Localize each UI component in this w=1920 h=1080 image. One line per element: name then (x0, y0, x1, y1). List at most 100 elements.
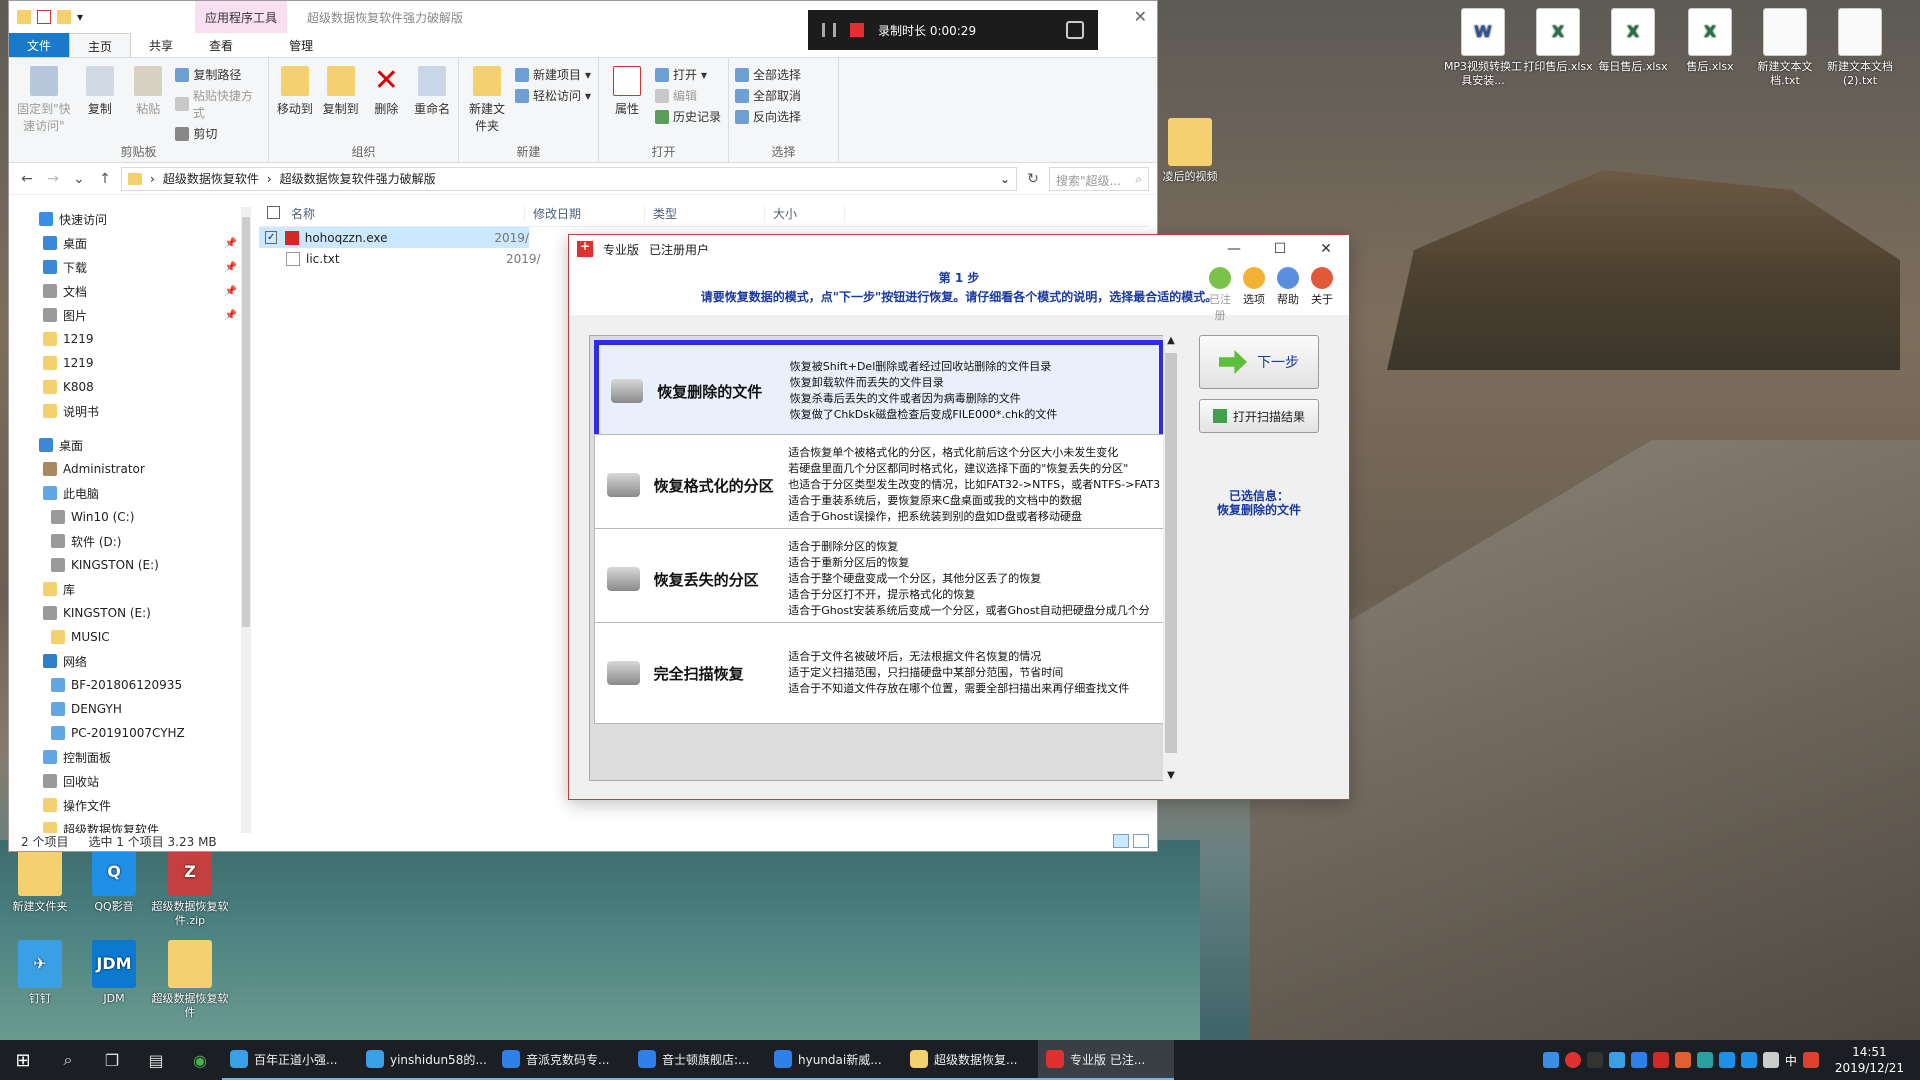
invert-selection-button[interactable]: 反向选择 (735, 108, 801, 125)
dropdown-icon[interactable]: ▾ (77, 10, 85, 24)
desktop-icon[interactable]: 新建文本文档(2).txt (1820, 8, 1900, 88)
mode-list-scrollbar[interactable]: ▲ ▼ (1163, 335, 1179, 781)
desktop-icon[interactable]: JDM JDM (74, 940, 154, 1006)
row-checkbox[interactable]: ✓ (265, 231, 278, 244)
nav-item[interactable]: BF-201806120935 (9, 673, 249, 697)
breadcrumb-item[interactable]: 超级数据恢复软件强力破解版 (280, 170, 436, 187)
tab-share[interactable]: 共享 (131, 33, 191, 57)
chevron-down-icon[interactable]: ⌄ (69, 171, 89, 187)
nav-item[interactable]: PC-20191007CYHZ (9, 721, 249, 745)
toolbar-0-button[interactable]: 已注册 (1207, 267, 1233, 323)
recovery-mode-option[interactable]: 恢复删除的文件 恢复被Shift+Del删除或者经过回收站删除的文件目录 恢复卸载软… (594, 340, 1164, 442)
nav-item[interactable]: K808 (9, 375, 249, 399)
select-none-button[interactable]: 全部取消 (735, 87, 801, 104)
new-item-button[interactable]: 新建项目 ▾ (515, 66, 591, 83)
details-view-icon[interactable] (1113, 834, 1129, 848)
easy-access-button[interactable]: 轻松访问 ▾ (515, 87, 591, 104)
copy-path-button[interactable]: 复制路径 (175, 66, 262, 83)
ime-indicator[interactable]: 中 (1785, 1052, 1797, 1069)
large-icons-view-icon[interactable] (1133, 834, 1149, 848)
tab-file[interactable]: 文件 (9, 33, 70, 57)
tab-home[interactable]: 主页 (69, 33, 132, 57)
toolbar-2-button[interactable]: 帮助 (1275, 267, 1301, 323)
pause-icon[interactable] (822, 23, 836, 37)
nav-scrollbar[interactable] (241, 207, 251, 833)
network-icon[interactable] (1608, 1052, 1625, 1068)
scrollbar-thumb[interactable] (1165, 353, 1177, 753)
taskbar-app-button[interactable]: hyundai新威... (766, 1040, 902, 1080)
nav-item[interactable]: 此电脑 (9, 481, 249, 505)
maximize-icon[interactable]: ☐ (1257, 241, 1303, 257)
tray-app-icon[interactable] (1652, 1052, 1669, 1068)
nav-item[interactable]: 文档 📌 (9, 279, 249, 303)
tray-app-icon[interactable] (1674, 1052, 1691, 1068)
nav-item[interactable]: 下载 📌 (9, 255, 249, 279)
file-row[interactable]: ✓ hohoqzzn.exe 2019/ (259, 227, 529, 248)
tray-app-icon[interactable] (1586, 1052, 1603, 1068)
nav-item[interactable]: 1219 (9, 327, 249, 351)
refresh-icon[interactable]: ↻ (1023, 171, 1043, 187)
taskbar-app-button[interactable]: 百年正道小强... (222, 1040, 358, 1080)
scrollbar-thumb[interactable] (242, 217, 250, 627)
column-size[interactable]: 大小 (765, 205, 845, 222)
new-folder-icon[interactable] (57, 10, 71, 24)
task-view-icon[interactable]: ❐ (90, 1040, 134, 1080)
tray-app-icon[interactable] (1718, 1052, 1735, 1068)
tab-view[interactable]: 查看 (191, 33, 251, 57)
nav-item[interactable]: 说明书 (9, 399, 249, 423)
browser-icon[interactable]: ◉ (178, 1040, 222, 1080)
folder-icon[interactable] (17, 10, 31, 24)
nav-item[interactable]: 图片 📌 (9, 303, 249, 327)
properties-icon[interactable] (37, 10, 51, 24)
breadcrumb-item[interactable]: 超级数据恢复软件 (163, 170, 259, 187)
record-icon[interactable] (1564, 1052, 1581, 1068)
select-all-checkbox[interactable] (259, 205, 283, 222)
chevron-down-icon[interactable]: ⌄ (1000, 172, 1010, 186)
desktop-icon[interactable]: 凌后的视频 (1150, 118, 1230, 184)
edit-button[interactable]: 编辑 (655, 87, 721, 104)
history-button[interactable]: 历史记录 (655, 108, 721, 125)
calculator-icon[interactable]: ▤ (134, 1040, 178, 1080)
recovery-mode-option[interactable]: 完全扫描恢复 适合于文件名被破坏后，无法根据文件名恢复的情况 适于定义扫描范围，只扫… (594, 622, 1164, 724)
nav-item[interactable]: 1219 (9, 351, 249, 375)
close-icon[interactable]: ✕ (1134, 7, 1147, 26)
nav-item[interactable]: Win10 (C:) (9, 505, 249, 529)
open-button[interactable]: 打开 ▾ (655, 66, 721, 83)
column-name[interactable]: 名称 (283, 205, 525, 222)
nav-item[interactable]: DENGYH (9, 697, 249, 721)
desktop-icon[interactable]: X 每日售后.xlsx (1593, 8, 1673, 74)
desktop-icon[interactable]: X 打印售后.xlsx (1518, 8, 1598, 74)
desktop-icon[interactable]: X 售后.xlsx (1670, 8, 1750, 74)
desktop-icon[interactable]: Z 超级数据恢复软件.zip (150, 848, 230, 928)
tray-app-icon[interactable] (1630, 1052, 1647, 1068)
column-type[interactable]: 类型 (645, 205, 765, 222)
nav-item[interactable]: KINGSTON (E:) (9, 553, 249, 577)
desktop-icon[interactable]: Q QQ影音 (74, 848, 154, 914)
column-modified[interactable]: 修改日期 (525, 205, 645, 222)
scroll-down-icon[interactable]: ▼ (1163, 770, 1179, 781)
scroll-up-icon[interactable]: ▲ (1163, 335, 1179, 346)
select-all-button[interactable]: 全部选择 (735, 66, 801, 83)
windows-start-icon[interactable]: ⊞ (0, 1040, 46, 1080)
volume-icon[interactable] (1762, 1052, 1779, 1068)
shield-icon[interactable] (1740, 1052, 1757, 1068)
nav-item[interactable]: 快速访问 (9, 207, 249, 231)
next-button[interactable]: 下一步 (1199, 335, 1319, 389)
taskbar-app-button[interactable]: 音士顿旗舰店:... (630, 1040, 766, 1080)
pin-icon[interactable]: 📌 (225, 286, 237, 297)
open-scan-results-button[interactable]: 打开扫描结果 (1199, 399, 1319, 433)
nav-item[interactable]: 回收站 (9, 769, 249, 793)
pin-icon[interactable]: 📌 (225, 238, 237, 249)
desktop-icon[interactable]: 超级数据恢复软件 (150, 940, 230, 1020)
close-icon[interactable]: ✕ (1303, 241, 1349, 257)
nav-item[interactable]: MUSIC (9, 625, 249, 649)
desktop-icon[interactable]: 新建文本文档.txt (1745, 8, 1825, 88)
back-arrow-icon[interactable]: ← (17, 171, 37, 187)
stop-icon[interactable] (850, 23, 864, 37)
nav-item[interactable]: 操作文件 (9, 793, 249, 817)
desktop-icon[interactable]: 新建文件夹 (0, 848, 80, 914)
taskbar-app-button[interactable]: yinshidun58的... (358, 1040, 494, 1080)
taskbar-app-button[interactable]: 专业版 已注... (1038, 1040, 1174, 1080)
nav-item[interactable]: KINGSTON (E:) (9, 601, 249, 625)
clock[interactable]: 14:51 2019/12/21 (1825, 1044, 1914, 1076)
